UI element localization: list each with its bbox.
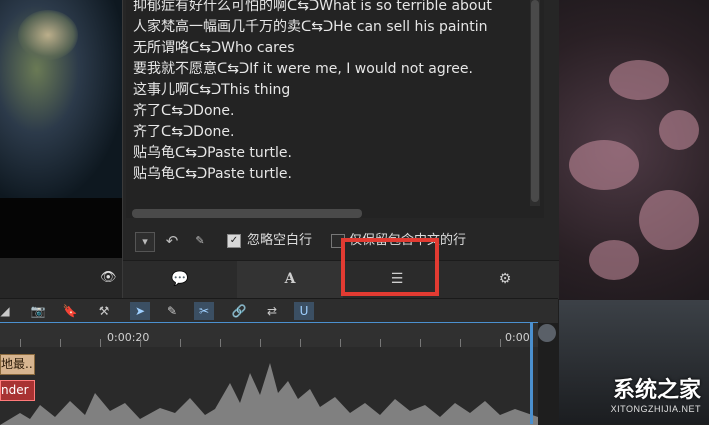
edit-icon[interactable]: ✎ [162, 302, 182, 320]
watermark-logo: 系统之家 [612, 377, 701, 402]
ignore-blank-label: 忽略空白行 [247, 233, 313, 248]
undo-icon[interactable]: ↶ [163, 232, 181, 250]
swap-icon[interactable]: ⇄ [262, 302, 282, 320]
ignore-blank-checkbox[interactable]: ✓ [227, 234, 241, 248]
subtitle-text-area[interactable]: 抑郁症有好什么可怕的啊ᑕ⇆ᑐWhat is so terrible about … [126, 0, 544, 218]
timeline-toolbar: ◢ 📷 🔖 ⚒ ➤ ✎ ✂ 🔗 ⇄ U [0, 298, 558, 323]
subtitle-lines: 抑郁症有好什么可怕的啊ᑕ⇆ᑐWhat is so terrible about … [133, 0, 492, 185]
subtitle-line: 抑郁症有好什么可怕的啊ᑕ⇆ᑐWhat is so terrible about [133, 0, 492, 14]
scissors-icon[interactable]: ✂ [194, 302, 214, 320]
magnet-icon[interactable]: U [294, 302, 314, 320]
timecode-label: 0:00:20 [107, 331, 150, 344]
video-frame [0, 0, 122, 198]
vertical-scrollbar[interactable] [530, 0, 540, 206]
video-controls: 👁 [0, 258, 122, 298]
speech-bubble-icon: 💬 [171, 271, 189, 287]
link-icon[interactable]: 🔗 [229, 302, 249, 320]
highlight-box [341, 238, 439, 296]
subtitle-clip[interactable]: 地最.. [0, 354, 35, 375]
watermark: 系统之家 XITONGZHIJIA.NET [611, 372, 701, 414]
zoom-knob[interactable] [538, 324, 556, 342]
subtitle-line: 无所谓咯ᑕ⇆ᑐWho cares [133, 40, 295, 56]
collapse-icon[interactable]: ▾ [135, 232, 155, 252]
cursor-icon[interactable]: ➤ [130, 302, 150, 320]
vertical-scroll-thumb[interactable] [531, 0, 539, 202]
subtitle-line: 要我就不愿意ᑕ⇆ᑐIf it were me, I would not agre… [133, 61, 473, 77]
playhead-line[interactable] [530, 322, 533, 424]
triangle-icon[interactable]: ◢ [0, 302, 10, 320]
magic-wand-icon[interactable]: ⚒ [94, 302, 114, 320]
subtitle-tab[interactable]: 💬 [123, 261, 237, 299]
audio-clip[interactable]: nder [0, 380, 35, 401]
bookmark-icon[interactable]: 🔖 [60, 302, 80, 320]
camera-icon[interactable]: 📷 [28, 302, 48, 320]
video-preview [0, 0, 122, 258]
time-ruler[interactable]: 0:00:20 0:00 [0, 323, 538, 347]
watermark-url: XITONGZHIJIA.NET [610, 404, 701, 414]
background-photo [559, 0, 709, 424]
timeline[interactable]: 0:00:20 0:00 地最.. nder [0, 322, 538, 425]
pencil-icon[interactable]: ✎ [191, 232, 209, 250]
gear-icon: ⚙ [498, 271, 512, 287]
subtitle-line: 贴乌龟ᑕ⇆ᑐPaste turtle. [133, 145, 292, 161]
audio-track[interactable]: nder [0, 379, 538, 401]
subtitle-line: 齐了ᑕ⇆ᑐDone. [133, 103, 235, 119]
settings-tab[interactable]: ⚙ [451, 261, 559, 299]
subtitle-line: 贴乌龟ᑕ⇆ᑐPaste turtle. [133, 166, 292, 182]
subtitle-line: 齐了ᑕ⇆ᑐDone. [133, 124, 235, 140]
subtitle-line: 这事儿啊ᑕ⇆ᑐThis thing [133, 82, 291, 98]
eye-icon[interactable]: 👁 [100, 270, 117, 285]
font-icon: A [284, 271, 296, 287]
timecode-label: 0:00 [505, 331, 530, 344]
subtitle-track[interactable]: 地最.. [0, 353, 538, 375]
font-tab[interactable]: A [237, 261, 343, 299]
subtitle-line: 人家梵高一幅画几千万的卖ᑕ⇆ᑐHe can sell his paintin [133, 19, 488, 35]
horizontal-scroll-thumb[interactable] [132, 209, 362, 218]
